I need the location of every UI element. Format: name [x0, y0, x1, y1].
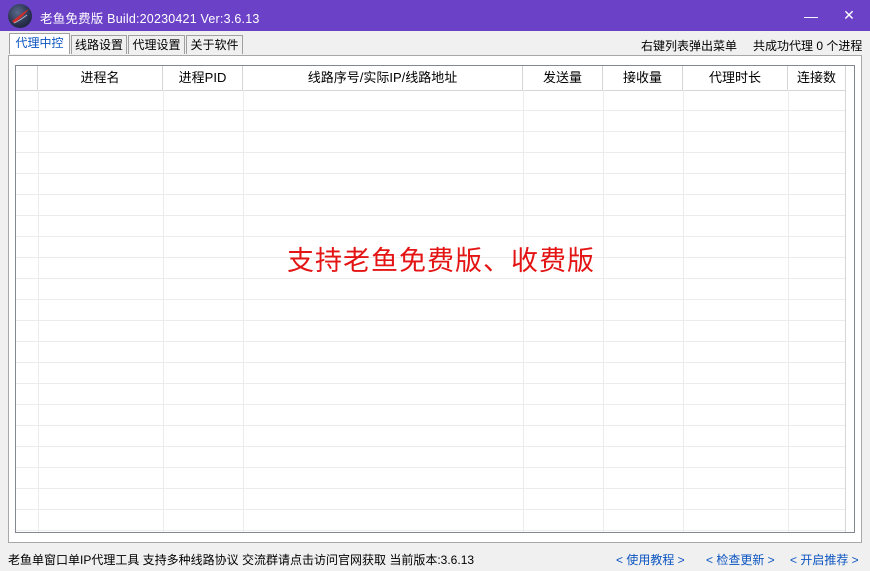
- grid-line: [788, 90, 789, 532]
- table-row: [16, 321, 854, 342]
- check-update-link[interactable]: < 检查更新 >: [706, 551, 775, 568]
- process-list[interactable]: 进程名 进程PID 线路序号/实际IP/线路地址 发送量 接收量 代理时长 连接…: [15, 65, 855, 533]
- column-received[interactable]: 接收量: [603, 66, 683, 90]
- status-text: 老鱼单窗口单IP代理工具 支持多种线路协议 交流群请点击访问官网获取 当前版本:…: [8, 553, 475, 567]
- table-row: [16, 447, 854, 468]
- minimize-button[interactable]: —: [792, 0, 830, 31]
- table-row: [16, 489, 854, 510]
- grid-line: [38, 90, 39, 532]
- title-bar: 老鱼免费版 Build:20230421 Ver:3.6.13 — ✕: [0, 0, 870, 31]
- context-menu-hint: 右键列表弹出菜单: [641, 39, 738, 53]
- close-button[interactable]: ✕: [830, 0, 868, 31]
- grid-line: [523, 90, 524, 532]
- list-scroll-gutter: [845, 66, 854, 532]
- proxy-count-label: 共成功代理 0 个进程: [753, 39, 863, 53]
- list-header: 进程名 进程PID 线路序号/实际IP/线路地址 发送量 接收量 代理时长 连接…: [16, 66, 854, 91]
- column-duration[interactable]: 代理时长: [683, 66, 788, 90]
- table-row: [16, 405, 854, 426]
- table-row: [16, 195, 854, 216]
- tab-line-settings[interactable]: 线路设置: [71, 35, 127, 54]
- tab-about[interactable]: 关于软件: [186, 35, 243, 54]
- grid-line: [683, 90, 684, 532]
- column-process-name[interactable]: 进程名: [38, 66, 163, 90]
- table-row: [16, 132, 854, 153]
- tab-proxy-settings[interactable]: 代理设置: [128, 35, 185, 54]
- table-row: [16, 111, 854, 132]
- table-row: [16, 384, 854, 405]
- table-row: [16, 426, 854, 447]
- table-row: [16, 342, 854, 363]
- table-row: [16, 510, 854, 531]
- column-connections[interactable]: 连接数: [788, 66, 846, 90]
- grid-line: [163, 90, 164, 532]
- table-row: [16, 300, 854, 321]
- window-title: 老鱼免费版 Build:20230421 Ver:3.6.13: [40, 12, 260, 26]
- grid-line: [243, 90, 244, 532]
- table-row: [16, 363, 854, 384]
- column-line-info[interactable]: 线路序号/实际IP/线路地址: [243, 66, 523, 90]
- table-row: [16, 153, 854, 174]
- tab-proxy-control[interactable]: 代理中控: [9, 33, 70, 54]
- grid-line: [603, 90, 604, 532]
- watermark-text: 支持老鱼免费版、收费版: [287, 246, 595, 276]
- app-logo-icon: [8, 4, 32, 28]
- table-row: [16, 279, 854, 300]
- table-row: [16, 90, 854, 111]
- recommend-link[interactable]: < 开启推荐 >: [790, 551, 859, 568]
- status-bar: 老鱼单窗口单IP代理工具 支持多种线路协议 交流群请点击访问官网获取 当前版本:…: [0, 549, 870, 571]
- table-row: [16, 174, 854, 195]
- table-row: [16, 468, 854, 489]
- tutorial-link[interactable]: < 使用教程 >: [616, 551, 685, 568]
- table-row: [16, 216, 854, 237]
- header-spacer: [16, 66, 38, 90]
- column-sent[interactable]: 发送量: [523, 66, 603, 90]
- column-process-pid[interactable]: 进程PID: [163, 66, 243, 90]
